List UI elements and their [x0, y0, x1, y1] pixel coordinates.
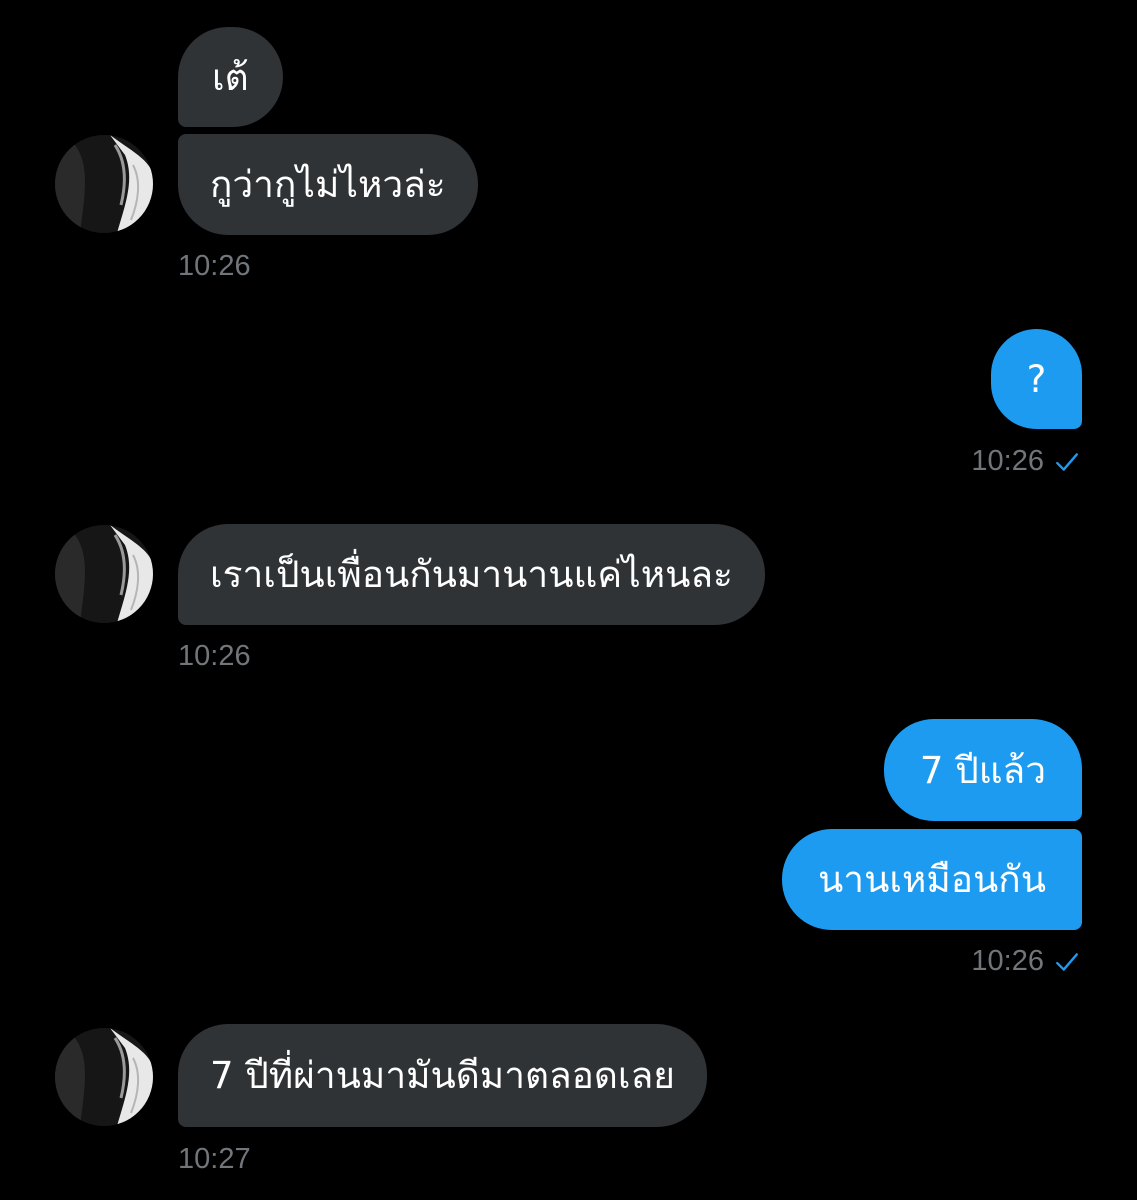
avatar[interactable]	[55, 525, 153, 623]
message-bubble-incoming[interactable]: 7 ปีที่ผ่านมามันดีมาตลอดเลย	[178, 1024, 707, 1127]
message-meta: 10:26	[971, 947, 1080, 976]
message-bubble-incoming[interactable]: เต้	[178, 27, 283, 127]
message-text: 7 ปีที่ผ่านมามันดีมาตลอดเลย	[210, 1054, 675, 1097]
message-text: กูว่ากูไม่ไหวล่ะ	[210, 163, 446, 206]
avatar-image	[55, 525, 153, 623]
message-bubble-outgoing[interactable]: ?	[991, 329, 1082, 429]
avatar-image	[55, 1028, 153, 1126]
check-icon	[1056, 452, 1078, 471]
message-timestamp: 10:26	[971, 945, 1044, 977]
message-timestamp: 10:27	[178, 1143, 251, 1175]
message-text: นานเหมือนกัน	[818, 858, 1046, 901]
message-bubble-incoming[interactable]: กูว่ากูไม่ไหวล่ะ	[178, 134, 478, 235]
message-bubble-outgoing[interactable]: นานเหมือนกัน	[782, 829, 1082, 930]
message-timestamp: 10:26	[178, 640, 251, 672]
check-icon	[1056, 952, 1078, 971]
message-timestamp: 10:26	[971, 445, 1044, 477]
message-bubble-outgoing[interactable]: 7 ปีแล้ว	[883, 719, 1082, 821]
avatar[interactable]	[55, 1028, 153, 1126]
message-text: เต้	[212, 55, 249, 99]
avatar[interactable]	[55, 135, 153, 233]
message-text: 7 ปีแล้ว	[919, 748, 1046, 792]
message-meta: 10:26	[971, 447, 1080, 476]
message-text: ?	[1026, 357, 1047, 401]
message-text: เราเป็นเพื่อนกันมานานแค่ไหนละ	[210, 553, 733, 596]
avatar-image	[55, 135, 153, 233]
message-bubble-incoming[interactable]: เราเป็นเพื่อนกันมานานแค่ไหนละ	[178, 524, 765, 625]
message-timestamp: 10:26	[178, 250, 251, 282]
